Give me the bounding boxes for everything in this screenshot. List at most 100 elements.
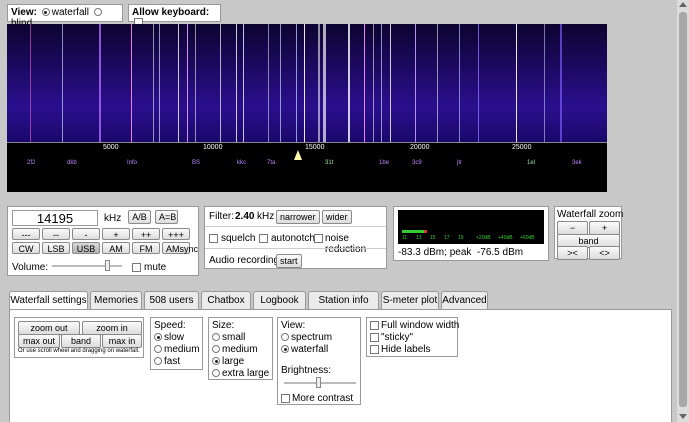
station-label[interactable]: kkc	[237, 160, 246, 166]
view-option[interactable]: waterfall	[281, 344, 332, 356]
speed-radio[interactable]	[154, 357, 162, 365]
scroll-down-icon[interactable]	[679, 414, 687, 419]
tab-memories[interactable]: Memories	[90, 291, 142, 309]
autonotch-checkbox[interactable]	[259, 234, 268, 243]
tab-logbook[interactable]: Logbook	[253, 291, 306, 309]
s-meter-readout: -83.3 dBm; peak -76.5 dBm	[398, 247, 524, 258]
tab-508-users[interactable]: 508 users	[144, 291, 199, 309]
size-option[interactable]: large	[212, 356, 269, 368]
signal-trace	[415, 24, 416, 142]
ab-button[interactable]: A/B	[128, 210, 151, 224]
tab-chatbox[interactable]: Chatbox	[201, 291, 251, 309]
size-group: Size: small medium large extra large	[208, 317, 273, 380]
mode-button-2[interactable]: USB	[72, 242, 100, 254]
mode-button-3[interactable]: AM	[102, 242, 130, 254]
tab-waterfall-settings[interactable]: Waterfall settings	[9, 291, 88, 311]
station-label[interactable]: 1el	[527, 160, 535, 166]
max-out-button[interactable]: max out	[18, 334, 60, 348]
brightness-slider-thumb[interactable]	[316, 377, 321, 388]
volume-slider-thumb[interactable]	[105, 260, 110, 271]
squelch-checkbox[interactable]	[209, 234, 218, 243]
volume-slider[interactable]	[52, 260, 122, 271]
s-meter-tick-label: 13	[416, 235, 422, 241]
station-label[interactable]: dkb	[67, 160, 77, 166]
wf-zoom-left-button[interactable]: ><	[557, 246, 588, 260]
mode-button-1[interactable]: LSB	[42, 242, 70, 254]
speed-group: Speed: slow medium fast	[150, 317, 203, 370]
size-option[interactable]: extra large	[212, 368, 269, 380]
tab-advanced[interactable]: Advanced	[441, 291, 488, 309]
mode-button-5[interactable]: AMsync	[162, 242, 198, 254]
step-button-0[interactable]: ---	[12, 228, 40, 240]
tab-s-meter-plot[interactable]: S-meter plot	[381, 291, 439, 309]
station-label[interactable]: 3c9	[412, 160, 422, 166]
signal-trace	[348, 24, 350, 142]
station-label[interactable]: 3ek	[572, 160, 582, 166]
station-label[interactable]: 1be	[379, 160, 389, 166]
wf-zoom-right-button[interactable]: <>	[589, 246, 620, 260]
station-label[interactable]: 2f2	[27, 160, 35, 166]
step-button-2[interactable]: -	[72, 228, 100, 240]
wf-zoom-minus-button[interactable]: −	[557, 221, 588, 235]
scrollbar-thumb[interactable]	[679, 12, 687, 407]
speed-option[interactable]: fast	[154, 356, 200, 368]
size-radio[interactable]	[212, 345, 220, 353]
signal-trace	[187, 24, 188, 142]
scroll-up-icon[interactable]	[679, 2, 687, 7]
zoom-band-button[interactable]: band	[61, 334, 101, 348]
view-radio[interactable]	[281, 333, 289, 341]
more-contrast-checkbox[interactable]	[281, 394, 290, 403]
frequency-scale[interactable]: 5000 10000 15000 20000 25000 2f2 dkb Info B…	[7, 142, 607, 192]
view-waterfall-label: waterfall	[51, 7, 89, 18]
size-radio[interactable]	[212, 357, 220, 365]
step-button-1[interactable]: --	[42, 228, 70, 240]
zoom-in-button[interactable]: zoom in	[82, 321, 142, 335]
view-blind-radio[interactable]	[93, 8, 102, 16]
signal-trace	[153, 24, 154, 142]
size-option[interactable]: small	[212, 332, 269, 344]
signal-trace	[323, 24, 326, 142]
view-radio[interactable]	[281, 345, 289, 353]
speed-option[interactable]: medium	[154, 344, 200, 356]
station-label[interactable]: 31t	[325, 160, 333, 166]
station-label[interactable]: jtr	[457, 160, 462, 166]
signal-trace	[318, 24, 320, 142]
frequency-input[interactable]: 14195	[12, 210, 98, 226]
view-option[interactable]: spectrum	[281, 332, 332, 344]
station-label[interactable]: Info	[127, 160, 137, 166]
step-button-3[interactable]: +	[102, 228, 130, 240]
step-button-4[interactable]: ++	[132, 228, 160, 240]
mode-button-4[interactable]: FM	[132, 242, 160, 254]
speed-option[interactable]: slow	[154, 332, 200, 344]
a-equals-b-button[interactable]: A=B	[155, 210, 178, 224]
station-label[interactable]: BS	[192, 160, 200, 166]
hide-labels-checkbox[interactable]	[370, 345, 379, 354]
view-waterfall-radio[interactable]	[41, 8, 50, 16]
audio-record-start-button[interactable]: start	[276, 254, 302, 268]
size-radio[interactable]	[212, 333, 220, 341]
waterfall-display[interactable]	[7, 24, 607, 142]
zoom-out-button[interactable]: zoom out	[18, 321, 80, 335]
size-radio[interactable]	[212, 369, 220, 377]
narrower-button[interactable]: narrower	[276, 210, 320, 224]
wider-button[interactable]: wider	[322, 210, 352, 224]
step-button-5[interactable]: +++	[162, 228, 190, 240]
sticky-checkbox[interactable]	[370, 333, 379, 342]
brightness-slider[interactable]	[284, 377, 356, 388]
speed-radio[interactable]	[154, 333, 162, 341]
noise-reduction-checkbox[interactable]	[314, 234, 323, 243]
signal-trace	[544, 24, 545, 142]
signal-trace	[268, 24, 269, 142]
mode-button-0[interactable]: CW	[12, 242, 40, 254]
speed-radio[interactable]	[154, 345, 162, 353]
page-scrollbar[interactable]	[677, 0, 689, 422]
max-in-button[interactable]: max in	[102, 334, 142, 348]
station-label[interactable]: 7ta	[267, 160, 275, 166]
signal-trace	[516, 24, 517, 142]
wf-zoom-plus-button[interactable]: +	[589, 221, 620, 235]
signal-trace	[390, 24, 391, 142]
full-window-checkbox[interactable]	[370, 321, 379, 330]
mute-checkbox[interactable]	[132, 263, 141, 272]
size-option[interactable]: medium	[212, 344, 269, 356]
tab-station-info[interactable]: Station info	[308, 291, 379, 309]
